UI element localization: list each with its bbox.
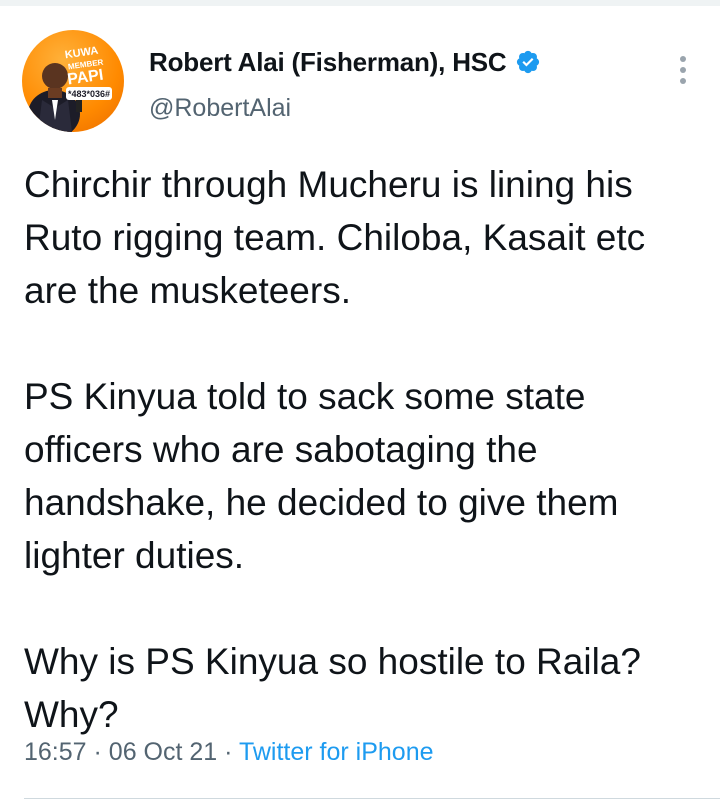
svg-text:PAPI: PAPI (66, 67, 104, 89)
author-handle[interactable]: @RobertAlai (149, 94, 541, 123)
tweet-source-link[interactable]: Twitter for iPhone (239, 738, 434, 766)
more-options-icon[interactable] (668, 50, 698, 90)
bottom-divider (24, 798, 720, 799)
tweet-text: Chirchir through Mucheru is lining his R… (24, 158, 700, 741)
verified-badge-icon (515, 49, 541, 75)
avatar[interactable]: KUWA MEMBER PAPI *483*036# (22, 30, 124, 132)
tweet-header: KUWA MEMBER PAPI *483*036# Robert Alai (… (22, 30, 698, 132)
author-display-name[interactable]: Robert Alai (Fisherman), HSC (149, 47, 507, 78)
author-names: Robert Alai (Fisherman), HSC @RobertAlai (149, 46, 541, 123)
meta-separator: · (93, 738, 102, 766)
tweet-paragraph: Why is PS Kinyua so hostile to Raila? Wh… (24, 641, 641, 735)
display-name-row: Robert Alai (Fisherman), HSC (149, 46, 541, 78)
svg-text:*483*036#: *483*036# (68, 89, 110, 99)
more-dot (680, 56, 686, 62)
tweet-time[interactable]: 16:57 (24, 738, 87, 766)
meta-separator: · (224, 738, 233, 766)
avatar-image: KUWA MEMBER PAPI *483*036# (28, 45, 112, 132)
tweet-date[interactable]: 06 Oct 21 (109, 738, 217, 766)
more-dot (680, 78, 686, 84)
more-dot (680, 67, 686, 73)
tweet: KUWA MEMBER PAPI *483*036# Robert Alai (… (0, 6, 720, 803)
tweet-paragraph: PS Kinyua told to sack some state office… (24, 376, 619, 576)
tweet-metadata: 16:57 · 06 Oct 21 · Twitter for iPhone (24, 738, 434, 767)
tweet-paragraph: Chirchir through Mucheru is lining his R… (24, 164, 646, 311)
